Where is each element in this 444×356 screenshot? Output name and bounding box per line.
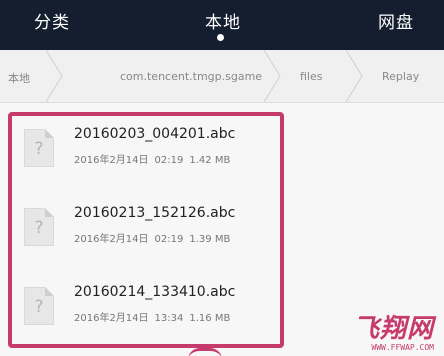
active-tab-indicator: [217, 34, 224, 41]
watermark-url: WWW.FFWAP.COM: [371, 343, 434, 352]
breadcrumb-item-local[interactable]: 本地: [8, 70, 30, 86]
watermark: 飞翔网 WWW.FFWAP.COM: [318, 308, 438, 354]
annotation-mark: [188, 348, 222, 356]
tab-category[interactable]: 分类: [34, 8, 70, 33]
breadcrumb-separator-icon: [344, 50, 364, 102]
watermark-logo: 飞翔网: [352, 314, 434, 344]
breadcrumb-item-package[interactable]: com.tencent.tmgp.sgame: [120, 70, 262, 83]
breadcrumb: 本地 com.tencent.tmgp.sgame files Replay: [0, 50, 444, 103]
tab-cloud-drive[interactable]: 网盘: [378, 8, 414, 33]
file-manager-app: 分类 本地 网盘 本地 com.tencent.tmgp.sgame files…: [0, 0, 444, 356]
breadcrumb-separator-icon: [262, 50, 282, 102]
breadcrumb-item-files[interactable]: files: [300, 70, 322, 83]
highlight-frame: [8, 112, 284, 348]
top-tab-bar: 分类 本地 网盘: [0, 0, 444, 50]
tab-local[interactable]: 本地: [205, 8, 241, 33]
breadcrumb-item-replay[interactable]: Replay: [382, 70, 419, 83]
breadcrumb-separator-icon: [44, 50, 64, 102]
